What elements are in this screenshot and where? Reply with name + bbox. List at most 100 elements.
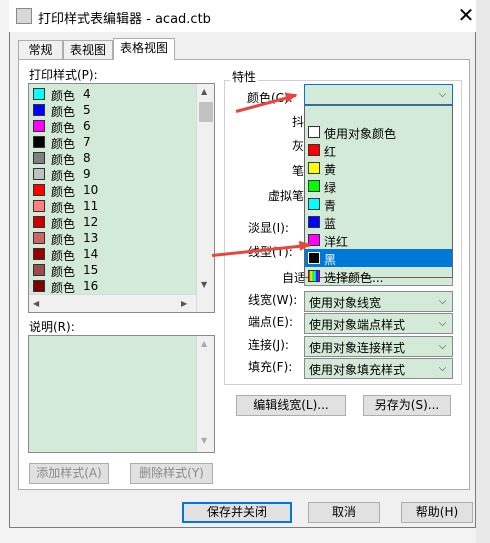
- list-item[interactable]: 颜色 6: [31, 118, 195, 135]
- color-swatch: [33, 184, 45, 196]
- app-icon: [16, 8, 32, 24]
- color-option[interactable]: 使用对象颜色: [305, 123, 452, 141]
- color-swatch: [308, 216, 320, 228]
- tab-form-view[interactable]: 表格视图: [113, 38, 175, 60]
- endpoint-value: 使用对象端点样式: [309, 318, 406, 332]
- color-swatch: [33, 120, 45, 132]
- endpoint-label: 端点(E):: [248, 315, 293, 329]
- delete-style-button[interactable]: 删除样式(Y): [130, 463, 213, 484]
- color-option[interactable]: 绿: [305, 177, 452, 195]
- description-scrollbar[interactable]: ▲ ▼: [196, 336, 214, 452]
- list-item[interactable]: 颜色 16: [31, 278, 195, 295]
- plot-styles-scrollbar[interactable]: ▲ ▼: [196, 84, 214, 312]
- fill-value: 使用对象填充样式: [309, 363, 406, 377]
- color-swatch: [33, 200, 45, 212]
- color-swatch: [308, 162, 320, 174]
- color-option[interactable]: 青: [305, 195, 452, 213]
- tab-table-view[interactable]: 表视图: [63, 40, 113, 60]
- style-number: 12: [83, 215, 99, 229]
- list-item[interactable]: 颜色 7: [31, 134, 195, 151]
- chevron-down-icon[interactable]: ⌵: [435, 340, 450, 354]
- color-swatch: [33, 152, 45, 164]
- save-and-close-button[interactable]: 保存并关闭: [182, 502, 292, 523]
- color-swatch: [308, 252, 320, 264]
- color-option[interactable]: 洋红: [305, 231, 452, 249]
- chevron-down-icon[interactable]: ⌵: [435, 295, 450, 309]
- pen-label: 笔: [292, 164, 305, 178]
- cad-right-strip: [476, 0, 490, 543]
- scroll-left-icon[interactable]: ◀: [33, 299, 39, 308]
- style-number: 9: [83, 167, 91, 181]
- list-item[interactable]: 颜色 15: [31, 262, 195, 279]
- color-option[interactable]: 黑: [305, 249, 452, 267]
- properties-label: 特性: [230, 68, 259, 85]
- list-item[interactable]: 颜色 8: [31, 150, 195, 167]
- color-dropdown-list[interactable]: 使用对象颜色红黄绿青蓝洋红黑选择颜色...: [304, 105, 453, 285]
- style-number: 4: [83, 87, 91, 101]
- endpoint-combo[interactable]: 使用对象端点样式 ⌵: [304, 313, 453, 334]
- help-button[interactable]: 帮助(H): [401, 502, 473, 523]
- lineweight-combo[interactable]: 使用对象线宽 ⌵: [304, 291, 453, 312]
- tab-general[interactable]: 常规: [18, 40, 63, 60]
- scroll-down-icon[interactable]: ▼: [201, 280, 207, 289]
- add-style-button[interactable]: 添加样式(A): [29, 463, 109, 484]
- fill-combo[interactable]: 使用对象填充样式 ⌵: [304, 358, 453, 379]
- color-option-label: 青: [324, 199, 337, 213]
- scroll-down-icon[interactable]: ▼: [201, 436, 207, 445]
- color-swatch: [308, 198, 320, 210]
- color-swatch: [33, 248, 45, 260]
- color-option[interactable]: 黄: [305, 159, 452, 177]
- scroll-up-icon[interactable]: ▲: [201, 339, 207, 348]
- list-item[interactable]: 颜色 13: [31, 230, 195, 247]
- cancel-button[interactable]: 取消: [308, 502, 380, 523]
- style-number: 7: [83, 135, 91, 149]
- join-value: 使用对象连接样式: [309, 341, 406, 355]
- list-item[interactable]: 颜色 5: [31, 102, 195, 119]
- plot-styles-hscrollbar[interactable]: ◀ ▶: [29, 294, 196, 312]
- description-box[interactable]: ▲ ▼: [28, 335, 215, 453]
- color-option-label: 选择颜色...: [324, 271, 384, 285]
- color-option-label: 使用对象颜色: [324, 127, 397, 141]
- scroll-up-icon[interactable]: ▲: [201, 87, 207, 96]
- list-item[interactable]: 颜色 14: [31, 246, 195, 263]
- color-option[interactable]: 选择颜色...: [305, 267, 452, 285]
- scroll-right-icon[interactable]: ▶: [181, 299, 187, 308]
- color-swatch: [33, 104, 45, 116]
- color-option[interactable]: 红: [305, 141, 452, 159]
- style-number: 13: [83, 231, 99, 245]
- chevron-down-icon[interactable]: ⌵: [435, 88, 450, 102]
- list-item[interactable]: 颜色 12: [31, 214, 195, 231]
- list-item[interactable]: 颜色 10: [31, 182, 195, 199]
- close-icon[interactable]: ✕: [454, 3, 478, 27]
- fade-label: 淡显(I):: [248, 221, 289, 235]
- plot-styles-list[interactable]: 颜色 4 颜色 5 颜色 6 颜色 7 颜色 8 颜色 9 颜色 10 颜色 11 颜色 12 颜色 13 颜色 14 颜色…: [28, 83, 215, 313]
- color-swatch: [33, 264, 45, 276]
- window-title: 打印样式表编辑器 - acad.ctb: [38, 12, 211, 27]
- color-swatch: [33, 136, 45, 148]
- chevron-down-icon[interactable]: ⌵: [435, 362, 450, 376]
- color-swatch: [33, 232, 45, 244]
- chevron-down-icon[interactable]: ⌵: [435, 317, 450, 331]
- list-item[interactable]: 颜色 11: [31, 198, 195, 215]
- color-swatch: [33, 88, 45, 100]
- edit-lineweights-button[interactable]: 编辑线宽(L)...: [236, 395, 346, 416]
- list-item[interactable]: 颜色 4: [31, 86, 195, 103]
- scroll-thumb[interactable]: [199, 102, 213, 122]
- color-swatch: [33, 280, 45, 292]
- style-number: 5: [83, 103, 91, 117]
- color-swatch: [33, 216, 45, 228]
- color-option-label: 绿: [324, 181, 337, 195]
- color-option-label: 黄: [324, 163, 337, 177]
- virtual-pen-label: 虚拟笔: [268, 189, 305, 203]
- join-combo[interactable]: 使用对象连接样式 ⌵: [304, 336, 453, 357]
- color-option[interactable]: 蓝: [305, 213, 452, 231]
- style-number: 16: [83, 279, 99, 293]
- color-swatch: [308, 270, 320, 282]
- color-option-label: 蓝: [324, 217, 337, 231]
- grayscale-label: 灰: [292, 139, 305, 153]
- join-label: 连接(J):: [248, 338, 289, 352]
- save-as-button[interactable]: 另存为(S)...: [363, 395, 451, 416]
- plot-styles-label: 打印样式(P):: [29, 68, 98, 82]
- list-item[interactable]: 颜色 9: [31, 166, 195, 183]
- color-combo[interactable]: ⌵: [304, 84, 453, 105]
